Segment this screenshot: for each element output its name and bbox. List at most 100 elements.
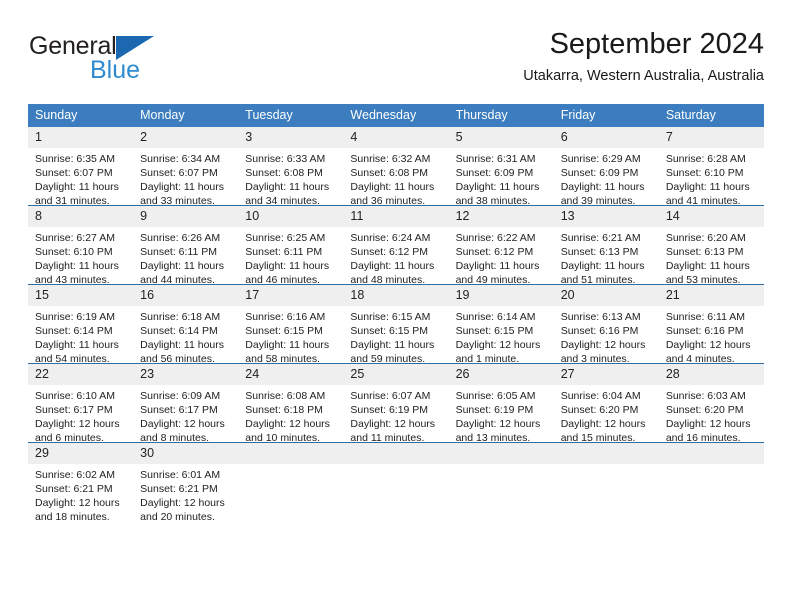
sunrise-text: Sunrise: 6:14 AM — [455, 311, 536, 323]
sunset-text: Sunset: 6:19 PM — [350, 404, 429, 416]
page-subtitle: Utakarra, Western Australia, Australia — [523, 68, 764, 84]
daylight-text: Daylight: 11 hours and 56 minutes. — [140, 339, 224, 365]
day-cell[interactable]: 13 Sunrise: 6:21 AM Sunset: 6:13 PM Dayl… — [553, 205, 659, 286]
day-cell[interactable]: 6 Sunrise: 6:29 AM Sunset: 6:09 PM Dayli… — [553, 127, 659, 207]
day-cell[interactable]: 29 Sunrise: 6:02 AM Sunset: 6:21 PM Dayl… — [28, 442, 134, 523]
sunset-text: Sunset: 6:11 PM — [245, 246, 323, 258]
daylight-text: Daylight: 11 hours and 54 minutes. — [35, 339, 119, 365]
sunrise-text: Sunrise: 6:05 AM — [455, 390, 536, 402]
day-number: 6 — [553, 127, 659, 148]
sunrise-text: Sunrise: 6:15 AM — [350, 311, 431, 323]
sunset-text: Sunset: 6:15 PM — [245, 325, 323, 337]
daylight-text: Daylight: 12 hours and 6 minutes. — [35, 418, 120, 444]
day-cell[interactable]: 16 Sunrise: 6:18 AM Sunset: 6:14 PM Dayl… — [133, 284, 239, 365]
day-details: Sunrise: 6:33 AM Sunset: 6:08 PM Dayligh… — [238, 148, 343, 207]
day-cell[interactable]: 15 Sunrise: 6:19 AM Sunset: 6:14 PM Dayl… — [28, 284, 134, 365]
day-cell[interactable]: 27 Sunrise: 6:04 AM Sunset: 6:20 PM Dayl… — [553, 363, 659, 444]
day-cell[interactable]: 23 Sunrise: 6:09 AM Sunset: 6:17 PM Dayl… — [133, 363, 239, 444]
day-details: Sunrise: 6:14 AM Sunset: 6:15 PM Dayligh… — [449, 306, 554, 365]
day-cell[interactable]: 25 Sunrise: 6:07 AM Sunset: 6:19 PM Dayl… — [343, 363, 449, 444]
day-cell[interactable]: 9 Sunrise: 6:26 AM Sunset: 6:11 PM Dayli… — [133, 205, 239, 286]
weekday-header-wednesday: Wednesday — [343, 104, 449, 127]
daylight-text: Daylight: 12 hours and 16 minutes. — [665, 418, 751, 444]
day-details: Sunrise: 6:13 AM Sunset: 6:16 PM Dayligh… — [554, 306, 659, 365]
daylight-text: Daylight: 11 hours and 33 minutes. — [140, 181, 224, 207]
day-cell-empty — [343, 442, 449, 521]
day-cell[interactable]: 12 Sunrise: 6:22 AM Sunset: 6:12 PM Dayl… — [448, 205, 554, 286]
calendar-header-row-group: Sunday Monday Tuesday Wednesday Thursday… — [28, 104, 764, 127]
day-cell[interactable]: 7 Sunrise: 6:28 AM Sunset: 6:10 PM Dayli… — [658, 127, 764, 207]
sunset-text: Sunset: 6:10 PM — [665, 167, 744, 179]
day-details: Sunrise: 6:20 AM Sunset: 6:13 PM Dayligh… — [659, 227, 764, 286]
week-row: 1 Sunrise: 6:35 AM Sunset: 6:07 PM Dayli… — [28, 127, 764, 207]
daylight-text: Daylight: 11 hours and 41 minutes. — [665, 181, 750, 207]
day-cell[interactable]: 4 Sunrise: 6:32 AM Sunset: 6:08 PM Dayli… — [343, 127, 449, 207]
day-details: Sunrise: 6:29 AM Sunset: 6:09 PM Dayligh… — [554, 148, 659, 207]
day-details: Sunrise: 6:26 AM Sunset: 6:11 PM Dayligh… — [133, 227, 238, 286]
day-cell[interactable]: 20 Sunrise: 6:13 AM Sunset: 6:16 PM Dayl… — [553, 284, 659, 365]
day-number: 25 — [343, 364, 449, 385]
sunrise-text: Sunrise: 6:01 AM — [140, 469, 221, 481]
day-cell[interactable]: 22 Sunrise: 6:10 AM Sunset: 6:17 PM Dayl… — [28, 363, 134, 444]
day-details: Sunrise: 6:19 AM Sunset: 6:14 PM Dayligh… — [28, 306, 133, 365]
day-cell[interactable]: 10 Sunrise: 6:25 AM Sunset: 6:11 PM Dayl… — [238, 205, 344, 286]
day-cell[interactable]: 24 Sunrise: 6:08 AM Sunset: 6:18 PM Dayl… — [238, 363, 344, 444]
daylight-text: Daylight: 12 hours and 1 minute. — [455, 339, 541, 365]
week-row: 8 Sunrise: 6:27 AM Sunset: 6:10 PM Dayli… — [28, 205, 764, 286]
week-row: 15 Sunrise: 6:19 AM Sunset: 6:14 PM Dayl… — [28, 284, 764, 365]
day-number — [658, 443, 764, 464]
day-cell[interactable]: 28 Sunrise: 6:03 AM Sunset: 6:20 PM Dayl… — [658, 363, 764, 444]
day-cell[interactable]: 19 Sunrise: 6:14 AM Sunset: 6:15 PM Dayl… — [448, 284, 554, 365]
sunrise-text: Sunrise: 6:04 AM — [560, 390, 641, 402]
day-cell[interactable]: 30 Sunrise: 6:01 AM Sunset: 6:21 PM Dayl… — [133, 442, 239, 523]
logo-text-blue: Blue — [90, 56, 141, 84]
day-cell[interactable]: 1 Sunrise: 6:35 AM Sunset: 6:07 PM Dayli… — [28, 127, 134, 207]
sunset-text: Sunset: 6:20 PM — [560, 404, 639, 416]
day-details: Sunrise: 6:01 AM Sunset: 6:21 PM Dayligh… — [133, 464, 238, 523]
day-cell[interactable]: 3 Sunrise: 6:33 AM Sunset: 6:08 PM Dayli… — [238, 127, 344, 207]
day-details — [659, 464, 764, 521]
day-cell-empty — [448, 442, 554, 521]
sunset-text: Sunset: 6:15 PM — [350, 325, 429, 337]
day-cell[interactable]: 11 Sunrise: 6:24 AM Sunset: 6:12 PM Dayl… — [343, 205, 449, 286]
sunrise-text: Sunrise: 6:24 AM — [350, 232, 431, 244]
sunrise-text: Sunrise: 6:11 AM — [665, 311, 746, 323]
day-details — [238, 464, 343, 521]
day-number: 9 — [133, 206, 239, 227]
sunrise-sunset-calendar-table: Sunday Monday Tuesday Wednesday Thursday… — [28, 104, 764, 523]
day-cell[interactable]: 14 Sunrise: 6:20 AM Sunset: 6:13 PM Dayl… — [658, 205, 764, 286]
title-block: September 2024 Utakarra, Western Austral… — [523, 26, 764, 86]
day-number: 29 — [28, 443, 134, 464]
general-blue-logo[interactable]: General Blue — [28, 34, 258, 94]
sunrise-text: Sunrise: 6:02 AM — [35, 469, 115, 481]
day-number: 13 — [553, 206, 659, 227]
day-cell[interactable]: 17 Sunrise: 6:16 AM Sunset: 6:15 PM Dayl… — [238, 284, 344, 365]
day-number: 19 — [448, 285, 554, 306]
day-cell-empty — [238, 442, 344, 521]
day-details: Sunrise: 6:31 AM Sunset: 6:09 PM Dayligh… — [449, 148, 554, 207]
day-details: Sunrise: 6:21 AM Sunset: 6:13 PM Dayligh… — [554, 227, 659, 286]
daylight-text: Daylight: 11 hours and 39 minutes. — [560, 181, 645, 207]
day-details: Sunrise: 6:28 AM Sunset: 6:10 PM Dayligh… — [659, 148, 764, 207]
daylight-text: Daylight: 12 hours and 11 minutes. — [350, 418, 436, 444]
day-number: 28 — [658, 364, 764, 385]
day-cell[interactable]: 2 Sunrise: 6:34 AM Sunset: 6:07 PM Dayli… — [133, 127, 239, 207]
day-cell[interactable]: 26 Sunrise: 6:05 AM Sunset: 6:19 PM Dayl… — [448, 363, 554, 444]
day-cell[interactable]: 18 Sunrise: 6:15 AM Sunset: 6:15 PM Dayl… — [343, 284, 449, 365]
weekday-header-row: Sunday Monday Tuesday Wednesday Thursday… — [28, 104, 764, 127]
day-number: 23 — [133, 364, 239, 385]
day-details: Sunrise: 6:10 AM Sunset: 6:17 PM Dayligh… — [28, 385, 133, 444]
sunset-text: Sunset: 6:09 PM — [560, 167, 639, 179]
day-cell[interactable]: 8 Sunrise: 6:27 AM Sunset: 6:10 PM Dayli… — [28, 205, 134, 286]
day-details — [343, 464, 448, 521]
day-details: Sunrise: 6:18 AM Sunset: 6:14 PM Dayligh… — [133, 306, 238, 365]
sunrise-text: Sunrise: 6:29 AM — [560, 153, 641, 165]
sunrise-text: Sunrise: 6:21 AM — [560, 232, 641, 244]
day-cell[interactable]: 21 Sunrise: 6:11 AM Sunset: 6:16 PM Dayl… — [658, 284, 764, 365]
daylight-text: Daylight: 12 hours and 20 minutes. — [140, 497, 225, 523]
day-cell[interactable]: 5 Sunrise: 6:31 AM Sunset: 6:09 PM Dayli… — [448, 127, 554, 207]
day-number — [238, 443, 344, 464]
day-number: 30 — [133, 443, 239, 464]
day-details: Sunrise: 6:09 AM Sunset: 6:17 PM Dayligh… — [133, 385, 238, 444]
weekday-header-tuesday: Tuesday — [238, 104, 344, 127]
